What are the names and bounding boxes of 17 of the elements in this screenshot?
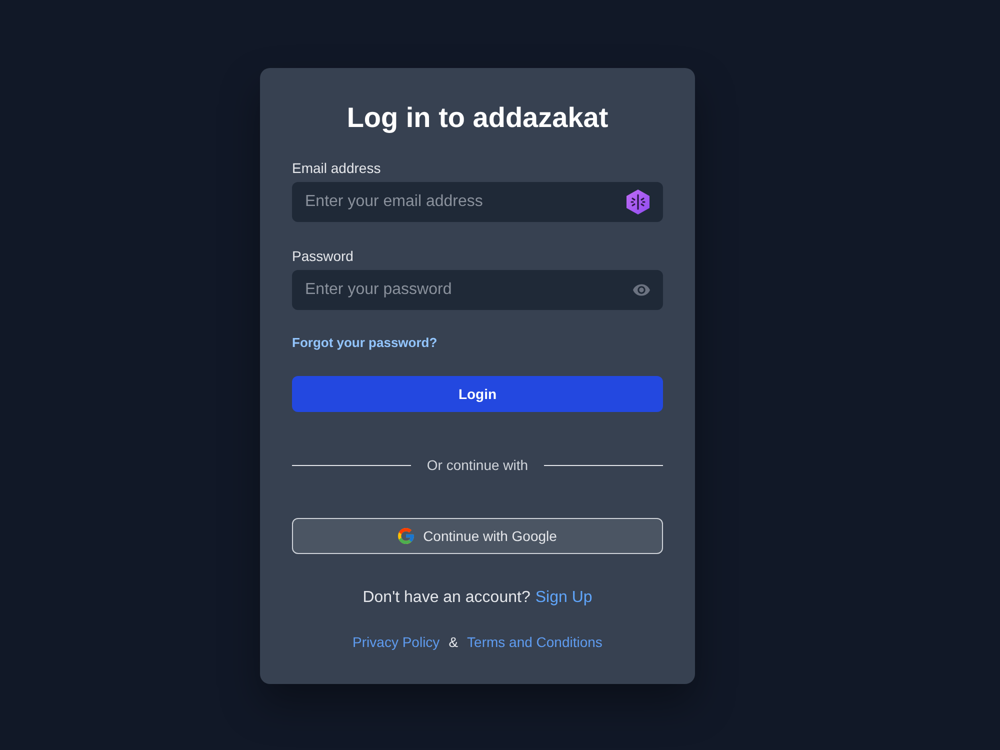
sign-up-link[interactable]: Sign Up (535, 586, 592, 610)
forgot-password-link[interactable]: Forgot your password? (292, 333, 438, 353)
field-label: Password (292, 247, 354, 266)
hexagon-icon[interactable] (626, 189, 650, 215)
email-field[interactable]: Enter your email address (292, 182, 663, 222)
login-button[interactable]: Login (292, 376, 663, 412)
field-label: Email address (292, 159, 381, 178)
signup-prompt: Don't have an account? (362, 588, 530, 608)
password-field[interactable]: Enter your password (292, 270, 663, 310)
footer-link[interactable]: Privacy Policy (352, 632, 440, 652)
ampersand-text: & (448, 633, 458, 652)
divider-text: Or continue with (426, 456, 528, 475)
footer-link[interactable]: Terms and Conditions (467, 632, 602, 652)
eye-icon[interactable] (633, 284, 650, 296)
google-sign-in-button[interactable]: Continue with Google (292, 518, 663, 554)
google-g-icon (398, 528, 414, 544)
login-title: Log in to addazakat (346, 101, 608, 135)
